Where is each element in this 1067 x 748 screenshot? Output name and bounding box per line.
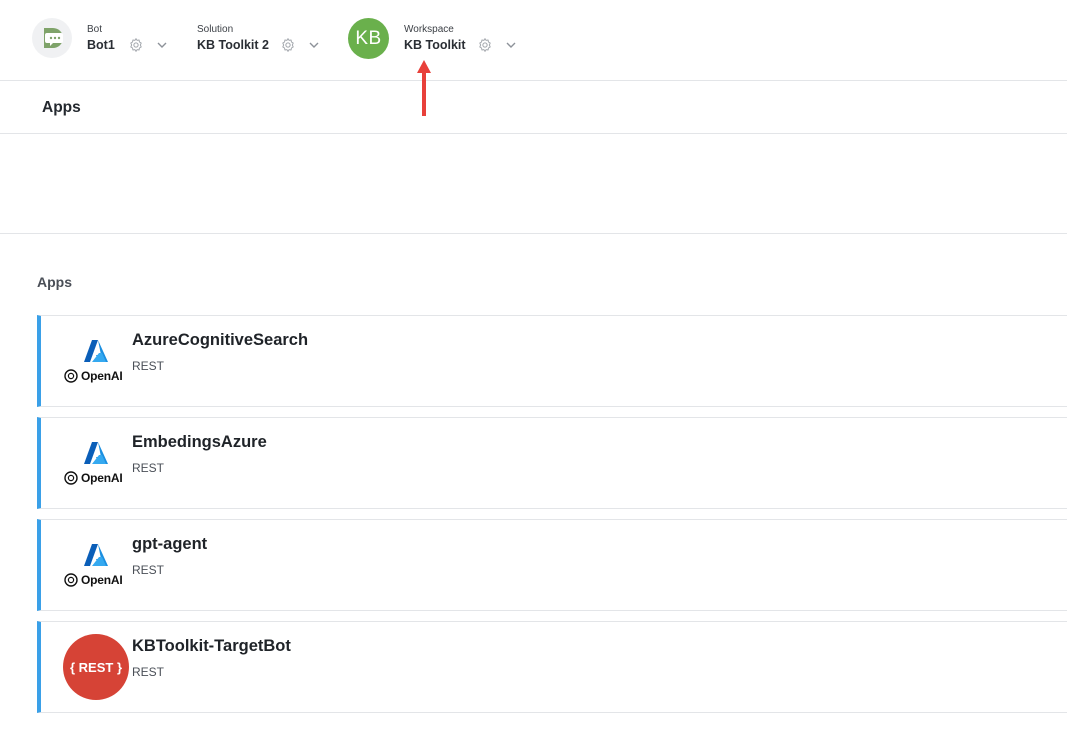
gear-icon[interactable] xyxy=(477,37,493,53)
bot-caption: Bot xyxy=(87,24,103,35)
openai-mark: OpenAI xyxy=(63,366,129,386)
solution-name: KB Toolkit 2 xyxy=(197,38,269,52)
workspace-avatar: KB xyxy=(348,18,389,59)
openai-text: OpenAI xyxy=(81,471,123,485)
workspace-name: KB Toolkit xyxy=(404,38,466,52)
section-label: Apps xyxy=(37,274,72,290)
bot-icon xyxy=(44,28,63,48)
openai-mark: OpenAI xyxy=(63,570,129,590)
solution-caption: Solution xyxy=(197,24,234,35)
chevron-down-icon[interactable] xyxy=(505,39,517,51)
chevron-down-icon[interactable] xyxy=(156,39,168,51)
app-card[interactable]: OpenAI EmbedingsAzure REST xyxy=(37,417,1067,509)
app-type: REST xyxy=(132,359,165,373)
app-name[interactable]: EmbedingsAzure xyxy=(132,433,267,452)
openai-mark: OpenAI xyxy=(63,468,129,488)
app-type: REST xyxy=(132,461,165,475)
divider xyxy=(0,233,1067,234)
azure-icon xyxy=(84,340,108,362)
app-card[interactable]: OpenAI gpt-agent REST xyxy=(37,519,1067,611)
top-bar: Bot Bot1 Solution KB Toolkit 2 KB Worksp… xyxy=(0,0,1067,81)
app-name[interactable]: KBToolkit-TargetBot xyxy=(132,637,291,656)
openai-icon xyxy=(64,471,78,485)
apps-list: OpenAI AzureCognitiveSearch REST OpenAI … xyxy=(37,315,1067,723)
app-card[interactable]: OpenAI AzureCognitiveSearch REST xyxy=(37,315,1067,407)
app-name[interactable]: gpt-agent xyxy=(132,535,207,554)
azure-openai-logo: OpenAI xyxy=(63,532,129,598)
bot-name: Bot1 xyxy=(87,38,115,52)
rest-logo: { REST } xyxy=(63,634,129,700)
chevron-down-icon[interactable] xyxy=(308,39,320,51)
gear-icon[interactable] xyxy=(280,37,296,53)
openai-icon xyxy=(64,369,78,383)
workspace-caption: Workspace xyxy=(404,24,454,35)
page-header: Apps xyxy=(0,81,1067,134)
bot-selector[interactable]: Bot Bot1 xyxy=(0,0,180,80)
page-title: Apps xyxy=(42,99,81,116)
app-name[interactable]: AzureCognitiveSearch xyxy=(132,331,308,350)
openai-icon xyxy=(64,573,78,587)
bot-avatar xyxy=(32,18,72,58)
app-type: REST xyxy=(132,563,165,577)
azure-openai-logo: OpenAI xyxy=(63,328,129,394)
gear-icon[interactable] xyxy=(128,37,144,53)
azure-icon xyxy=(84,442,108,464)
app-card[interactable]: { REST } KBToolkit-TargetBot REST xyxy=(37,621,1067,713)
openai-text: OpenAI xyxy=(81,573,123,587)
app-type: REST xyxy=(132,665,165,679)
azure-openai-logo: OpenAI xyxy=(63,430,129,496)
rest-icon: { REST } xyxy=(63,634,129,700)
azure-icon xyxy=(84,544,108,566)
solution-selector[interactable]: Solution KB Toolkit 2 xyxy=(190,0,330,80)
openai-text: OpenAI xyxy=(81,369,123,383)
